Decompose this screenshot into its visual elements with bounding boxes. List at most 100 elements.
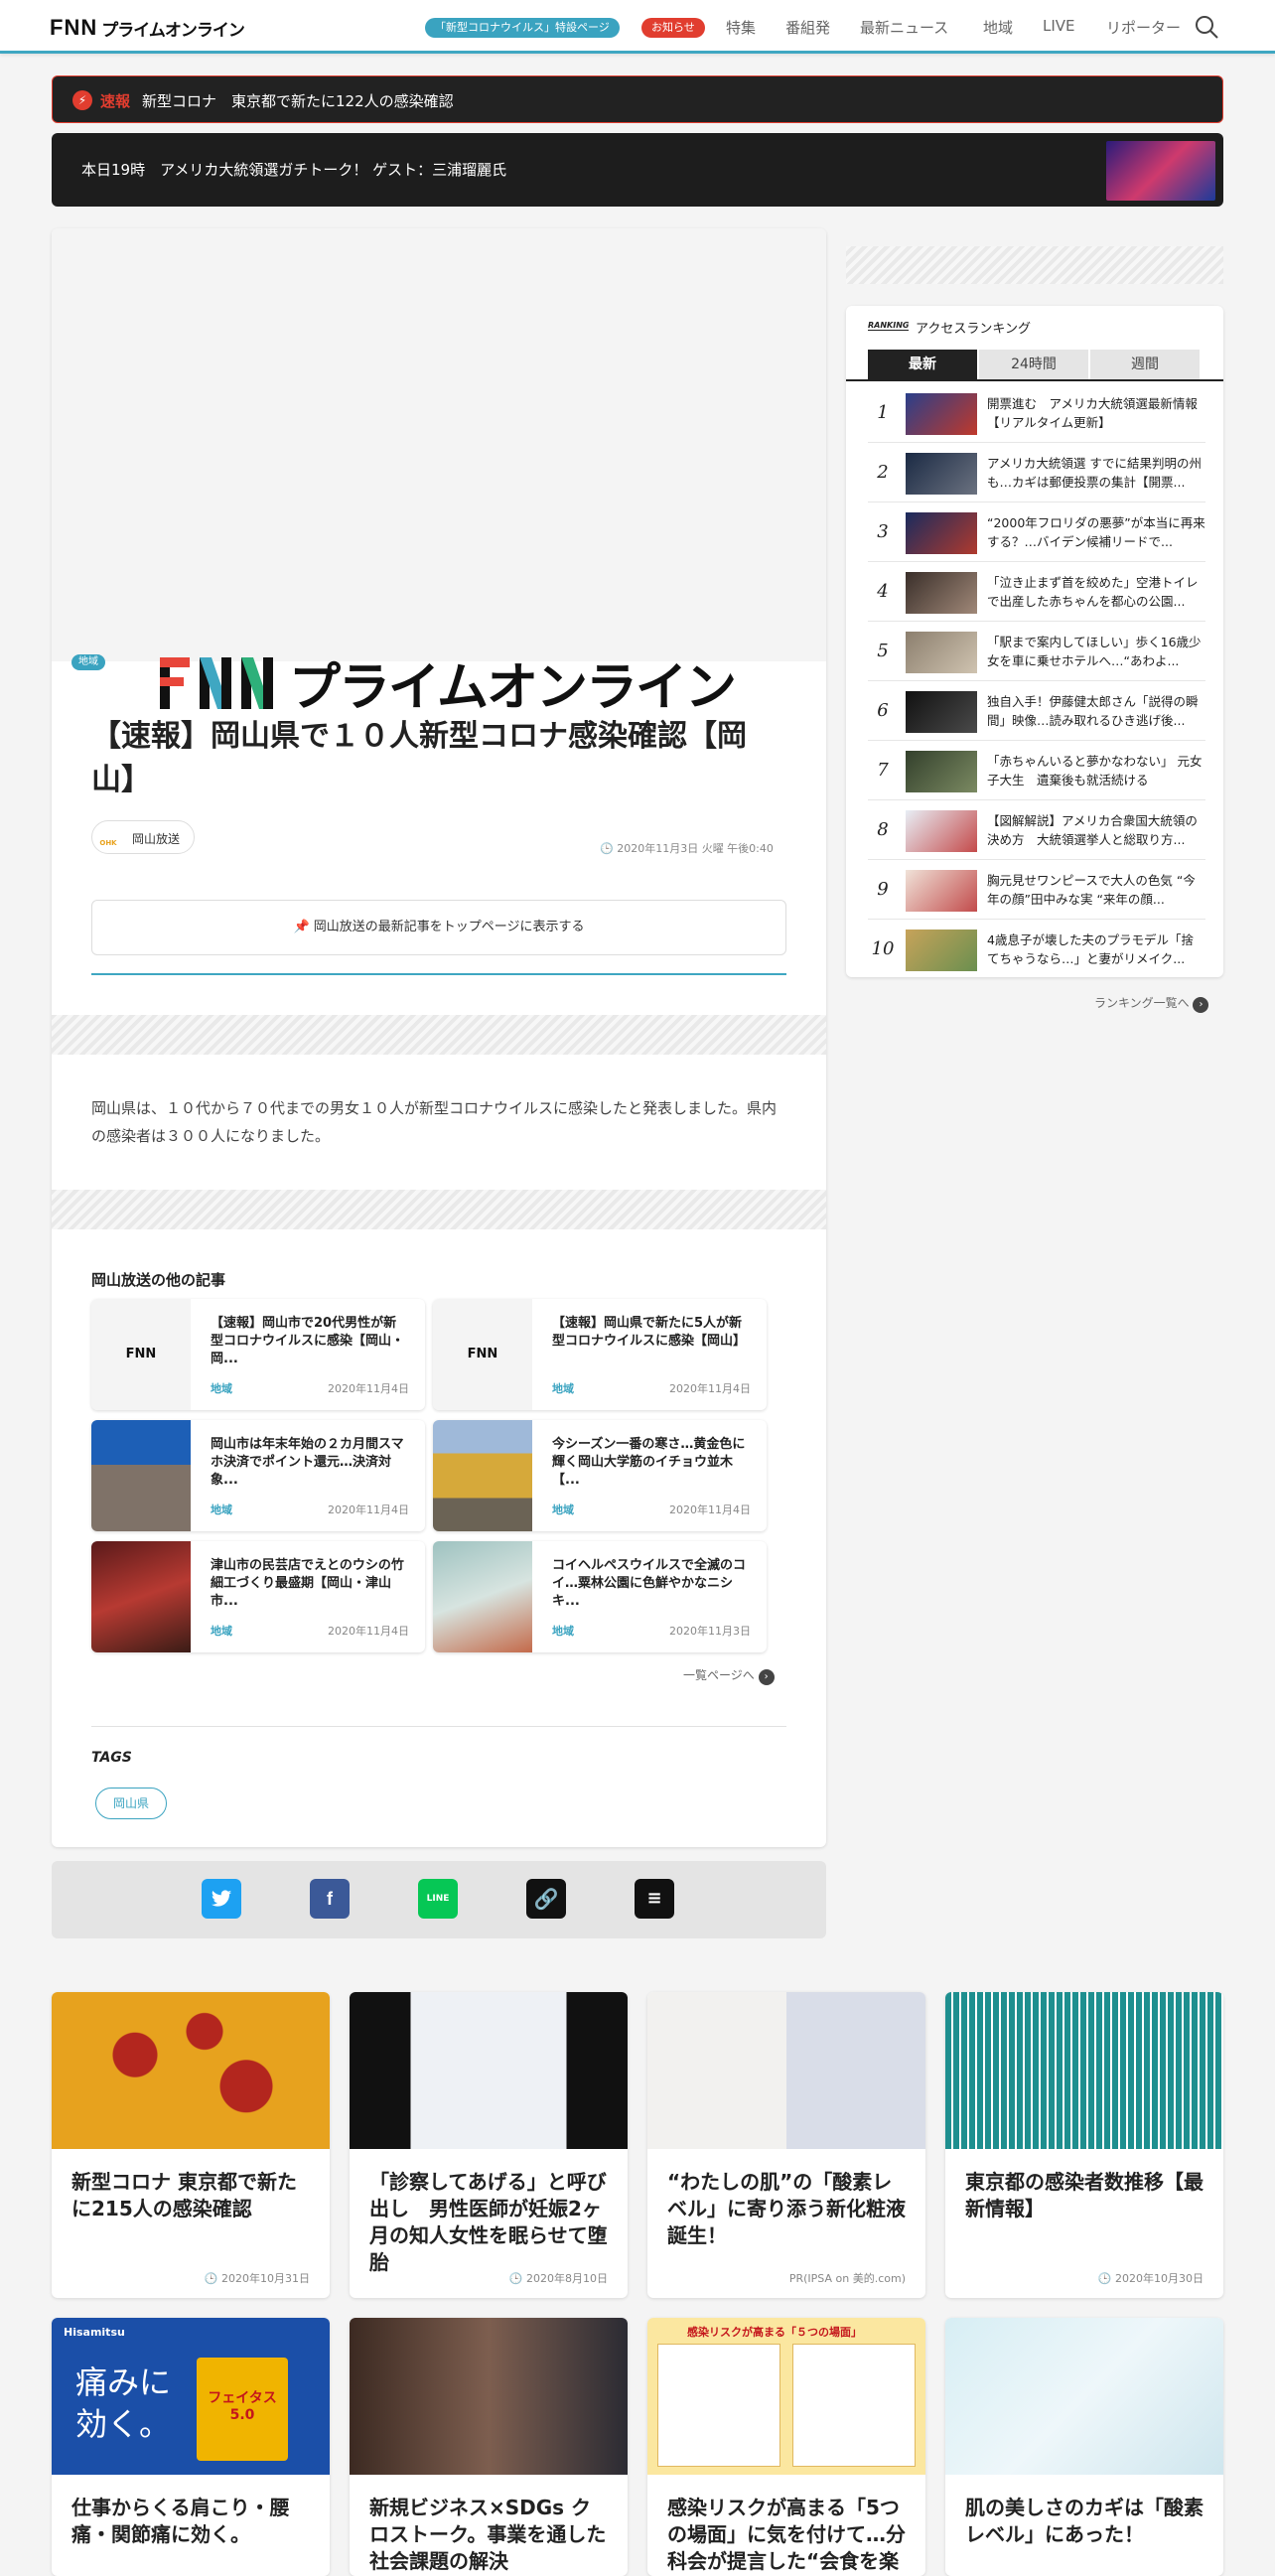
other-article-2[interactable]: FNN 【速報】岡山県で新たに5人が新型コロナウイルスに感染【岡山】 地域 20… (433, 1299, 767, 1410)
other-article-cat: 地域 (552, 1382, 574, 1395)
recommend-card-5[interactable]: Hisamitsu 痛みに効く。 フェイタス5.0 仕事からくる肩こり・腰痛・関… (52, 2318, 330, 2576)
facebook-icon[interactable]: f (310, 1879, 350, 1919)
category-tag[interactable]: 地域 (71, 654, 105, 670)
ranking-panel: RANKING アクセスランキング 最新 24時間 週間 1 開票進む アメリカ大… (846, 306, 1223, 977)
notice-pill[interactable]: お知らせ (641, 18, 705, 38)
card-title: 新規ビジネス×SDGs クロストーク。事業を通した社会課題の解決 (369, 2496, 607, 2573)
site-logo[interactable]: FNN プライムオンライン (50, 15, 245, 41)
card-image: Hisamitsu 痛みに効く。 フェイタス5.0 (52, 2318, 330, 2475)
article-title: 【速報】岡山県で１０人新型コロナ感染確認【岡山】 (91, 719, 747, 797)
ad-headline: 痛みに効く。 (75, 2363, 172, 2443)
article-date: 🕒 2020年11月3日 火曜 午後0:40 (600, 840, 774, 856)
rank-title: 独自入手！伊藤健太郎さん「説得の瞬間」映像…読み取れるひき逃げ後... (987, 694, 1199, 728)
ranking-item[interactable]: 10 4歳息子が壊した夫のプラモデル「捨てちゃうなら…」と妻がリメイク... (868, 922, 1205, 979)
infographic-title: 感染リスクが高まる「５つの場面」 (687, 2326, 862, 2339)
rank-thumb (906, 393, 977, 435)
ranking-item[interactable]: 2 アメリカ大統領選 すでに結果判明の州も…カギは郵便投票の集計【開票... (868, 445, 1205, 502)
ad-brand: Hisamitsu (64, 2326, 125, 2339)
ranking-more-link[interactable]: ランキング一覧へ › (1094, 994, 1209, 1013)
card-date: 🕒 2020年10月31日 (204, 2272, 310, 2285)
rank-number: 4 (877, 581, 889, 602)
other-article-date: 2020年11月4日 (669, 1503, 751, 1516)
ranking-badge: RANKING (868, 321, 910, 331)
card-date-text: 2020年10月30日 (1115, 2272, 1204, 2285)
breaking-news-bar[interactable]: ⚡ 速報 新型コロナ 東京都で新たに122人の感染確認 (52, 75, 1223, 123)
breaking-label: 速報 (100, 92, 131, 110)
comment-icon[interactable]: ≡ (635, 1879, 674, 1919)
tab-latest[interactable]: 最新 (868, 350, 977, 379)
card-title: 仕事からくる肩こり・腰痛・関節痛に効く。 (71, 2496, 290, 2546)
card-sponsor: PR(IPSA on 美的.com) (788, 2272, 906, 2285)
recommend-card-7[interactable]: 感染リスクが高まる「５つの場面」 感染リスクが高まる「5つの場面」に気を付けて…… (647, 2318, 925, 2576)
card-date-text: 2020年10月31日 (221, 2272, 310, 2285)
other-article-date: 2020年11月4日 (328, 1503, 409, 1516)
card-image (350, 2318, 628, 2475)
card-image (945, 2318, 1223, 2475)
chevron-right-icon: › (1193, 997, 1209, 1013)
other-article-cat: 地域 (211, 1503, 232, 1516)
hero-logo: プライムオンライン (156, 645, 737, 720)
line-icon[interactable]: LINE (418, 1879, 458, 1919)
other-article-3[interactable]: 岡山市は年末年始の２カ月間スマホ決済でポイント還元…決済対象... 地域 202… (91, 1420, 425, 1531)
live-banner-text: 本日19時 アメリカ大統領選ガチトーク！ ゲスト：三浦瑠麗氏 (81, 161, 507, 179)
rank-title: 開票進む アメリカ大統領選最新情報【リアルタイム更新】 (987, 396, 1198, 430)
rank-thumb (906, 453, 977, 495)
recommend-card-1[interactable]: 新型コロナ 東京都で新たに215人の感染確認 🕒 2020年10月31日 (52, 1992, 330, 2298)
other-article-title: 今シーズン一番の寒さ…黄金色に輝く岡山大学筋のイチョウ並木【... (552, 1437, 746, 1488)
divider (91, 1726, 786, 1727)
hero-logo-text: プライムオンライン (289, 658, 737, 718)
more-articles-link[interactable]: 一覧ページへ › (683, 1666, 775, 1685)
nav-live[interactable]: LIVE (1043, 17, 1075, 35)
nav-latest-news[interactable]: 最新ニュース (860, 17, 948, 38)
other-article-5[interactable]: 津山市の民芸店でえとのウシの竹細工づくり最盛期【岡山・津山市... 地域 202… (91, 1541, 425, 1652)
link-icon[interactable]: 🔗 (526, 1879, 566, 1919)
other-article-cat: 地域 (211, 1625, 232, 1638)
rank-thumb (906, 751, 977, 792)
ranking-item[interactable]: 7 「赤ちゃんいると夢かなわない」 元女子大生 遺棄後も就活続ける (868, 743, 1205, 800)
other-articles-heading: 岡山放送の他の記事 (91, 1271, 226, 1289)
nav-bangumi[interactable]: 番組発 (785, 17, 830, 38)
nav-region[interactable]: 地域 (983, 17, 1013, 38)
source-chip[interactable]: OHK 岡山放送 (91, 820, 195, 854)
source-name: 岡山放送 (132, 832, 181, 846)
follow-label: 岡山放送の最新記事をトップページに表示する (313, 920, 585, 934)
tab-24h[interactable]: 24時間 (979, 350, 1088, 379)
lightning-icon: ⚡ (72, 90, 92, 110)
covid-special-pill[interactable]: 「新型コロナウイルス」特設ページ (425, 18, 620, 38)
rank-title: “2000年フロリダの悪夢”が本当に再来する？…バイデン候補リードで... (987, 515, 1205, 549)
search-icon[interactable] (1194, 14, 1219, 40)
infographic-panel (792, 2344, 916, 2467)
rank-number: 1 (877, 402, 889, 423)
recommend-card-4[interactable]: 東京都の感染者数推移【最新情報】 🕒 2020年10月30日 (945, 1992, 1223, 2298)
fnn-logo-mark (160, 656, 273, 709)
live-banner[interactable]: 本日19時 アメリカ大統領選ガチトーク！ ゲスト：三浦瑠麗氏 (52, 133, 1223, 207)
clock-icon: 🕒 (600, 842, 614, 855)
tags-heading: TAGS (91, 1750, 132, 1766)
rank-number: 9 (877, 879, 889, 900)
ranking-item[interactable]: 8 【図解解説】アメリカ合衆国大統領の決め方 大統領選挙人と総取り方... (868, 802, 1205, 860)
other-article-4[interactable]: 今シーズン一番の寒さ…黄金色に輝く岡山大学筋のイチョウ並木【... 地域 202… (433, 1420, 767, 1531)
breaking-text: 新型コロナ 東京都で新たに122人の感染確認 (142, 92, 454, 110)
card-title: 感染リスクが高まる「5つの場面」に気を付けて…分科会が提言した“会食を楽 (667, 2496, 906, 2573)
nav-reporter[interactable]: リポーター (1106, 17, 1181, 38)
follow-source-button[interactable]: 📌 岡山放送の最新記事をトップページに表示する (91, 900, 786, 955)
ranking-item[interactable]: 3 “2000年フロリダの悪夢”が本当に再来する？…バイデン候補リードで... (868, 504, 1205, 562)
tab-weekly[interactable]: 週間 (1090, 350, 1200, 379)
tag-chip[interactable]: 岡山県 (95, 1788, 167, 1819)
recommend-card-3[interactable]: “わたしの肌”の「酸素レベル」に寄り添う新化粧液誕生！ PR(IPSA on 美… (647, 1992, 925, 2298)
recommend-card-2[interactable]: 「診察してあげる」と呼び出し 男性医師が妊娠2ヶ月の知人女性を眠らせて堕胎 🕒 … (350, 1992, 628, 2298)
rank-title: 【図解解説】アメリカ合衆国大統領の決め方 大統領選挙人と総取り方... (987, 813, 1198, 847)
other-article-1[interactable]: FNN 【速報】岡山市で20代男性が新型コロナウイルスに感染【岡山・岡... 地… (91, 1299, 425, 1410)
nav-tokushu[interactable]: 特集 (726, 17, 756, 38)
ranking-item[interactable]: 1 開票進む アメリカ大統領選最新情報【リアルタイム更新】 (868, 385, 1205, 443)
ranking-item[interactable]: 5 「駅まで案内してほしい」歩く16歳少女を車に乗せホテルへ…“あわよ... (868, 624, 1205, 681)
rank-thumb (906, 632, 977, 673)
article-thumb-photo (433, 1541, 532, 1652)
ranking-item[interactable]: 4 「泣き止まず首を絞めた」空港トイレで出産した赤ちゃんを都心の公園... (868, 564, 1205, 622)
twitter-icon[interactable] (202, 1879, 241, 1919)
ranking-item[interactable]: 9 胸元見せワンピースで大人の色気 “今年の顔”田中みな実 “来年の顔... (868, 862, 1205, 920)
recommend-card-6[interactable]: 新規ビジネス×SDGs クロストーク。事業を通した社会課題の解決 (350, 2318, 628, 2576)
other-article-6[interactable]: コイヘルペスウイルスで全滅のコイ…粟林公園に色鮮やかなニシキ... 地域 202… (433, 1541, 767, 1652)
ranking-item[interactable]: 6 独自入手！伊藤健太郎さん「説得の瞬間」映像…読み取れるひき逃げ後... (868, 683, 1205, 741)
recommend-card-8[interactable]: 肌の美しさのカギは「酸素レベル」にあった！ (945, 2318, 1223, 2576)
